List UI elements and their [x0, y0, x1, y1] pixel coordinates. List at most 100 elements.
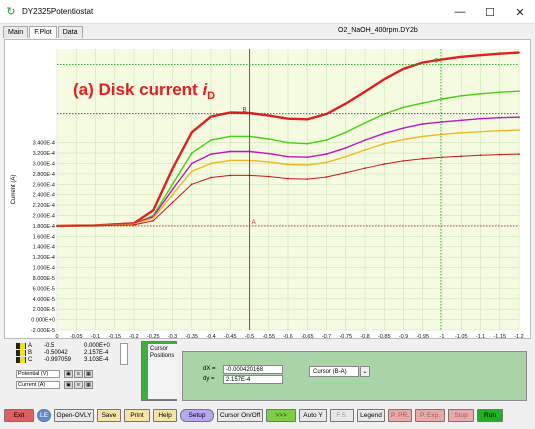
y-tick-label: 2.400E-4 — [33, 193, 55, 199]
cursor-a-x: -0.5 — [44, 343, 55, 349]
data-point — [498, 116, 501, 119]
data-point — [344, 102, 347, 105]
cursor-table-scrollbar[interactable] — [120, 343, 128, 365]
chart-svg[interactable]: -2.000E-5 0.000E+0 2.000E-5 4.000E-5 6.000E-… — [5, 40, 530, 347]
dx-field[interactable]: -0.000420168 — [223, 364, 283, 374]
yaxis-tools: ▣ ≡ ▦ — [64, 381, 94, 389]
dx-label: dX = — [203, 366, 216, 372]
setup-button[interactable]: Setup — [180, 408, 214, 422]
data-point — [498, 153, 501, 156]
p-pr-button[interactable]: P. PR. — [388, 408, 412, 422]
data-point — [229, 135, 232, 138]
y-tick-label: 1.400E-4 — [33, 245, 55, 251]
y-tick-label: 4.000E-5 — [33, 297, 55, 303]
data-point — [460, 131, 463, 134]
data-point — [364, 90, 366, 93]
plot-area[interactable]: -2.000E-5 0.000E+0 2.000E-5 4.000E-5 6.000E-… — [4, 39, 531, 347]
scale-icon[interactable]: ≡ — [74, 370, 83, 378]
y-tick-label: 2.200E-4 — [33, 203, 55, 209]
data-point — [518, 51, 520, 54]
stop-button[interactable]: Stop — [448, 408, 474, 422]
data-point — [190, 152, 193, 154]
data-point — [171, 201, 174, 204]
tab-fplot[interactable]: F.Plot — [29, 26, 57, 38]
x-tick-label: -0.05 — [70, 334, 83, 338]
data-point — [344, 146, 347, 149]
auto-y-button[interactable]: Auto Y — [299, 408, 327, 422]
grid-icon[interactable]: ▦ — [84, 381, 93, 389]
data-point — [306, 142, 309, 145]
cursor-toggle-button[interactable]: Cursor On/Off — [217, 408, 263, 422]
legend-button[interactable]: Legend — [357, 408, 385, 422]
x-tick-label: -0.65 — [301, 334, 314, 338]
dy-field[interactable]: 2.157E-4 — [223, 374, 283, 384]
p-exp-button[interactable]: P. Exp. — [415, 408, 445, 422]
cursor-c-swatch — [16, 357, 26, 363]
exit-button[interactable]: Exit — [4, 408, 34, 422]
close-button[interactable]: ✕ — [505, 0, 535, 24]
data-point — [152, 219, 155, 222]
y-tick-label: 2.600E-4 — [33, 182, 55, 188]
tab-data[interactable]: Data — [57, 26, 83, 38]
data-point — [287, 163, 289, 166]
file-name: O2_NaOH_400rpm.DY2b — [338, 27, 418, 34]
maximize-button[interactable]: ☐ — [475, 0, 505, 24]
cursor-row-b: B -0.50042 2.157E-4 — [16, 350, 126, 357]
x-tick-label: -0.6 — [283, 334, 292, 338]
data-point — [441, 120, 443, 123]
data-point — [498, 129, 501, 132]
cursor-row-a: A -0.5 0.000E+0 — [16, 343, 126, 350]
fs-button[interactable]: F.S. — [330, 408, 354, 422]
data-point — [498, 91, 501, 94]
y-tick-label: 1.800E-4 — [33, 224, 55, 230]
data-point — [441, 133, 443, 136]
minimize-button[interactable]: — — [445, 0, 475, 24]
run-button[interactable]: Run — [477, 408, 503, 422]
data-point — [364, 167, 366, 170]
open-ovly-button[interactable]: Open-OVLY — [54, 408, 94, 422]
data-point — [518, 116, 520, 119]
data-point — [152, 217, 155, 220]
data-point — [383, 163, 386, 165]
cursor-mode-select[interactable]: Cursor (B-A) — [309, 366, 359, 377]
x-tick-label: -1.2 — [514, 334, 523, 338]
grid-icon[interactable]: ▦ — [84, 370, 93, 378]
data-point — [460, 55, 463, 58]
lock-icon[interactable]: ▣ — [64, 381, 73, 389]
data-point — [479, 54, 482, 57]
scale-icon[interactable]: ≡ — [74, 381, 83, 389]
data-point — [402, 106, 405, 109]
data-point — [479, 117, 482, 120]
xaxis-select[interactable]: Potential (V) — [16, 370, 60, 378]
data-point — [344, 155, 347, 158]
data-point — [306, 178, 309, 180]
y-tick-label: 1.600E-4 — [33, 234, 55, 240]
y-tick-label: -2.000E-5 — [31, 328, 55, 334]
cursor-positions-panel[interactable]: Cursor Positions — [141, 341, 177, 401]
cursor-a-marker: A — [252, 220, 256, 226]
x-tick-label: -0.95 — [416, 334, 429, 338]
print-button[interactable]: Print — [124, 408, 150, 422]
cursor-arrows-button[interactable]: >>> — [266, 408, 296, 422]
le-button[interactable]: LE — [37, 408, 51, 422]
data-point — [498, 52, 501, 55]
data-point — [229, 174, 232, 177]
tab-main[interactable]: Main — [3, 26, 29, 38]
y-tick-label: 8.000E-5 — [33, 276, 55, 282]
cursor-b-swatch — [16, 350, 26, 356]
data-point — [421, 123, 424, 125]
cursor-row-c: C -0.997059 3.103E-4 — [16, 357, 126, 364]
y-tick-label: 2.000E-4 — [33, 214, 55, 220]
chevron-down-icon[interactable]: ⌄ — [360, 366, 370, 377]
data-point — [287, 117, 289, 120]
save-button[interactable]: Save — [97, 408, 121, 422]
lock-icon[interactable]: ▣ — [64, 370, 73, 378]
help-button[interactable]: Help — [153, 408, 177, 422]
x-tick-label: -0.5 — [245, 334, 254, 338]
x-tick-label: -0.4 — [206, 334, 215, 338]
yaxis-select[interactable]: Current (A) — [16, 381, 60, 389]
data-point — [325, 139, 328, 141]
x-tick-label: -0.8 — [360, 334, 369, 338]
data-point — [441, 156, 443, 159]
data-point — [364, 121, 366, 124]
